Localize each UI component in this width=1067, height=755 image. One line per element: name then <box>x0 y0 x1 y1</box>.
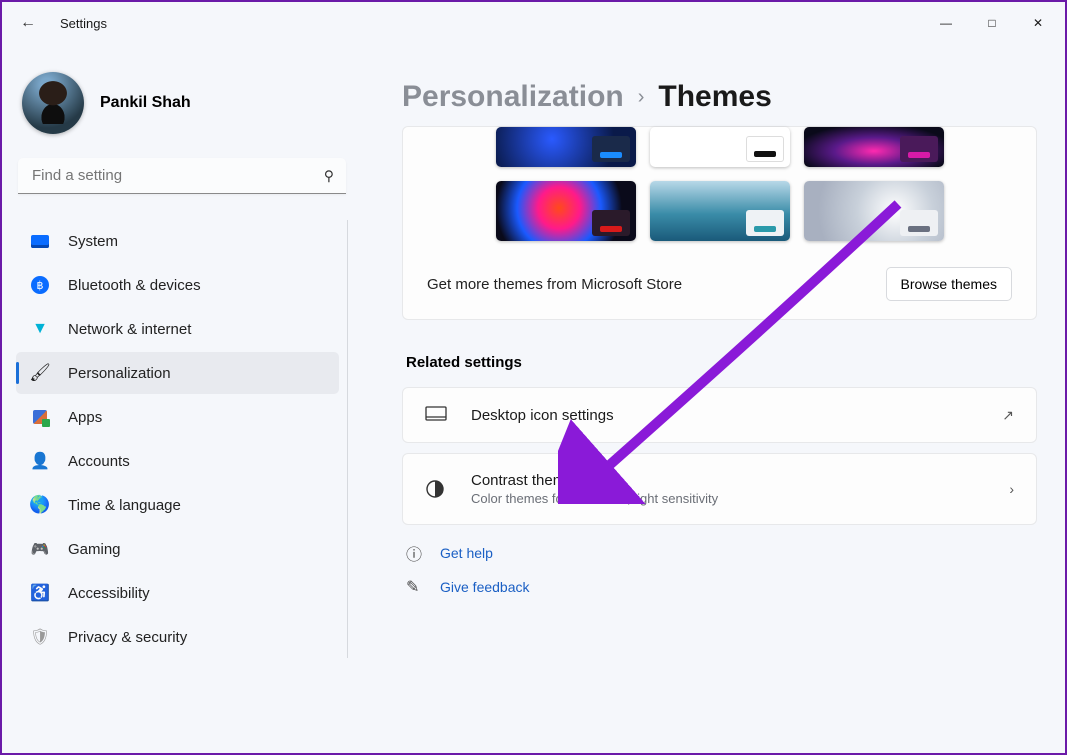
nav-list: System ฿ Bluetooth & devices ▼ Network &… <box>16 220 348 658</box>
sidebar-item-accounts[interactable]: 👤 Accounts <box>16 440 339 482</box>
paintbrush-icon: 🖌 <box>30 363 50 383</box>
open-external-icon: ↗ <box>1002 407 1014 424</box>
help-row: ⓘ Get help <box>402 535 1037 571</box>
browse-themes-button[interactable]: Browse themes <box>886 267 1012 301</box>
card-label: Desktop icon settings <box>471 407 980 424</box>
sidebar-item-label: Bluetooth & devices <box>68 277 201 294</box>
main-content: Personalization › Themes Get more themes… <box>362 44 1065 753</box>
search-icon: ⚲ <box>324 168 334 185</box>
card-sublabel: Color themes for low vision, light sensi… <box>471 491 987 506</box>
globe-clock-icon: 🌎 <box>30 495 50 515</box>
bluetooth-icon: ฿ <box>30 275 50 295</box>
themes-panel: Get more themes from Microsoft Store Bro… <box>402 126 1037 320</box>
theme-tile[interactable] <box>496 127 636 167</box>
shield-icon: 🛡 <box>30 627 50 647</box>
sidebar-item-network[interactable]: ▼ Network & internet <box>16 308 339 350</box>
window-controls: — □ ✕ <box>923 5 1061 41</box>
accessibility-icon: ♿ <box>30 583 50 603</box>
sidebar-item-label: Accounts <box>68 453 130 470</box>
sidebar-item-time[interactable]: 🌎 Time & language <box>16 484 339 526</box>
apps-icon <box>30 407 50 427</box>
monitor-icon <box>425 406 449 424</box>
minimize-button[interactable]: — <box>923 5 969 41</box>
person-icon: 👤 <box>30 451 50 471</box>
contrast-icon <box>425 479 449 499</box>
related-settings-heading: Related settings <box>406 354 1037 371</box>
search-input[interactable] <box>18 158 346 194</box>
sidebar-item-system[interactable]: System <box>16 220 339 262</box>
theme-tile[interactable] <box>804 127 944 167</box>
wifi-icon: ▼ <box>30 319 50 339</box>
help-icon: ⓘ <box>406 541 426 565</box>
chevron-right-icon: › <box>638 86 645 109</box>
sidebar-item-accessibility[interactable]: ♿ Accessibility <box>16 572 339 614</box>
back-button[interactable]: ← <box>20 14 48 32</box>
sidebar-item-label: Accessibility <box>68 585 150 602</box>
close-button[interactable]: ✕ <box>1015 5 1061 41</box>
sidebar-item-label: Privacy & security <box>68 629 187 646</box>
theme-tile[interactable] <box>650 127 790 167</box>
theme-grid <box>403 127 1036 263</box>
sidebar-item-label: Time & language <box>68 497 181 514</box>
sidebar-item-bluetooth[interactable]: ฿ Bluetooth & devices <box>16 264 339 306</box>
sidebar-item-privacy[interactable]: 🛡 Privacy & security <box>16 616 339 658</box>
card-label: Contrast themes <box>471 472 987 489</box>
give-feedback-link[interactable]: Give feedback <box>440 579 530 595</box>
system-icon <box>30 231 50 251</box>
theme-tile[interactable] <box>650 181 790 241</box>
sidebar-item-personalization[interactable]: 🖌 Personalization <box>16 352 339 394</box>
window-title: Settings <box>60 16 107 31</box>
sidebar-item-label: Gaming <box>68 541 121 558</box>
sidebar-item-apps[interactable]: Apps <box>16 396 339 438</box>
get-help-link[interactable]: Get help <box>440 545 493 561</box>
profile-name: Pankil Shah <box>100 94 191 112</box>
maximize-button[interactable]: □ <box>969 5 1015 41</box>
chevron-right-icon: › <box>1009 481 1014 497</box>
desktop-icon-settings-card[interactable]: Desktop icon settings ↗ <box>402 387 1037 443</box>
sidebar-item-label: Network & internet <box>68 321 191 338</box>
contrast-themes-card[interactable]: Contrast themes Color themes for low vis… <box>402 453 1037 525</box>
profile-block[interactable]: Pankil Shah <box>16 66 348 154</box>
store-text: Get more themes from Microsoft Store <box>427 276 682 293</box>
breadcrumb-parent[interactable]: Personalization <box>402 80 624 114</box>
breadcrumb-current: Themes <box>658 80 771 114</box>
sidebar: Pankil Shah ⚲ System ฿ Bluetooth & devic… <box>2 44 362 753</box>
theme-tile[interactable] <box>496 181 636 241</box>
breadcrumb: Personalization › Themes <box>402 80 1037 114</box>
sidebar-item-gaming[interactable]: 🎮 Gaming <box>16 528 339 570</box>
feedback-icon: ✎ <box>406 577 426 597</box>
sidebar-item-label: Personalization <box>68 365 171 382</box>
titlebar: ← Settings — □ ✕ <box>2 2 1065 44</box>
gamepad-icon: 🎮 <box>30 539 50 559</box>
avatar <box>22 72 84 134</box>
sidebar-item-label: System <box>68 233 118 250</box>
theme-tile[interactable] <box>804 181 944 241</box>
feedback-row: ✎ Give feedback <box>402 571 1037 603</box>
sidebar-item-label: Apps <box>68 409 102 426</box>
